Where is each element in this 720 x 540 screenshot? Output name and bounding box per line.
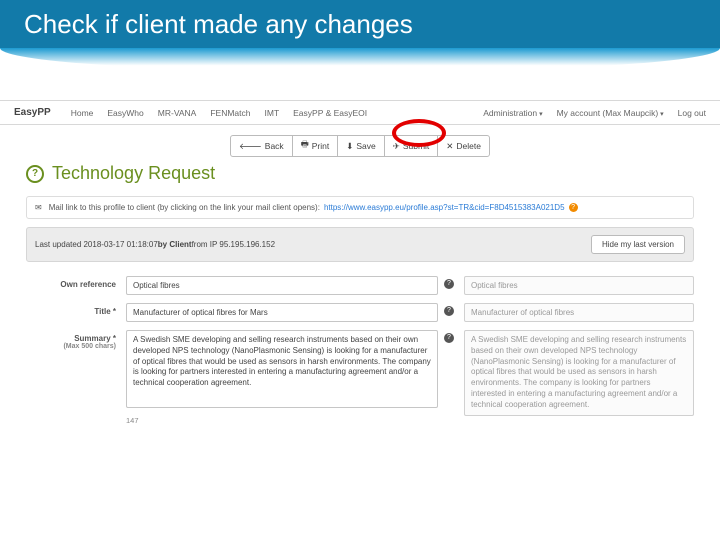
label-summary-hint: (Max 500 chars) [26,343,116,350]
print-button[interactable]: 🖶Print [292,135,339,157]
summary-char-counter: 147 [126,416,139,425]
page-heading: ? Technology Request [0,161,720,190]
toolbar: 🡐Back 🖶Print ⬇Save ✈Submit ✕Delete [0,125,720,161]
help-icon[interactable]: ? [444,306,454,316]
mail-icon [35,203,45,212]
nav-logout[interactable]: Log out [678,108,706,118]
page-title: Technology Request [52,163,215,184]
mail-link-panel: Mail link to this profile to client (by … [26,196,694,219]
arrow-left-icon: 🡐 [239,141,262,152]
last-updated-panel: Last updated 2018-03-17 01:18:07 by Clie… [26,227,694,262]
save-icon: ⬇ [346,141,353,152]
submit-icon: ✈ [393,141,400,152]
back-button[interactable]: 🡐Back [230,135,293,157]
input-own-reference[interactable]: Optical fibres [126,276,438,295]
mail-link-url[interactable]: https://www.easypp.eu/profile.asp?st=TR&… [324,203,565,212]
readonly-title: Manufacturer of optical fibres [464,303,694,322]
readonly-summary: A Swedish SME developing and selling res… [464,330,694,416]
label-summary: Summary * (Max 500 chars) [26,330,116,350]
nav-mrvana[interactable]: MR-VANA [158,108,197,118]
help-icon[interactable]: ? [444,333,454,343]
delete-icon: ✕ [446,141,453,152]
hide-last-version-button[interactable]: Hide my last version [591,235,685,254]
slide-title-bar: Check if client made any changes [0,0,720,48]
nav-imt[interactable]: IMT [265,108,280,118]
input-title[interactable]: Manufacturer of optical fibres for Mars [126,303,438,322]
slide-title: Check if client made any changes [24,9,413,40]
print-icon: 🖶 [301,139,309,153]
row-title: Title * Manufacturer of optical fibres f… [26,303,694,322]
submit-button[interactable]: ✈Submit [384,135,439,157]
delete-button[interactable]: ✕Delete [437,135,490,157]
flag-icon: ? [26,165,44,183]
nav-easywho[interactable]: EasyWho [107,108,143,118]
updated-by: by Client [158,240,192,249]
updated-suffix: from IP 95.195.196.152 [192,240,275,249]
top-nav: EasyPP Home EasyWho MR-VANA FENMatch IMT… [0,100,720,125]
save-button[interactable]: ⬇Save [337,135,385,157]
brand-logo: EasyPP [14,107,51,118]
label-own-reference: Own reference [26,276,116,289]
nav-fenmatch[interactable]: FENMatch [210,108,250,118]
updated-prefix: Last updated 2018-03-17 01:18:07 [35,240,158,249]
row-summary: Summary * (Max 500 chars) A Swedish SME … [26,330,694,425]
help-icon[interactable]: ? [444,279,454,289]
row-own-reference: Own reference Optical fibres ? Optical f… [26,276,694,295]
nav-home[interactable]: Home [71,108,94,118]
nav-administration[interactable]: Administration [483,108,542,118]
nav-my-account[interactable]: My account (Max Maupcik) [557,108,664,118]
title-wave-decoration [0,48,720,70]
form-area: Own reference Optical fibres ? Optical f… [26,276,694,425]
help-icon[interactable]: ? [569,203,578,212]
nav-easyeoi[interactable]: EasyPP & EasyEOI [293,108,367,118]
label-title: Title * [26,303,116,316]
readonly-own-reference: Optical fibres [464,276,694,295]
textarea-summary[interactable]: A Swedish SME developing and selling res… [126,330,438,408]
mail-link-label: Mail link to this profile to client (by … [49,203,320,212]
app-screenshot: EasyPP Home EasyWho MR-VANA FENMatch IMT… [0,100,720,425]
